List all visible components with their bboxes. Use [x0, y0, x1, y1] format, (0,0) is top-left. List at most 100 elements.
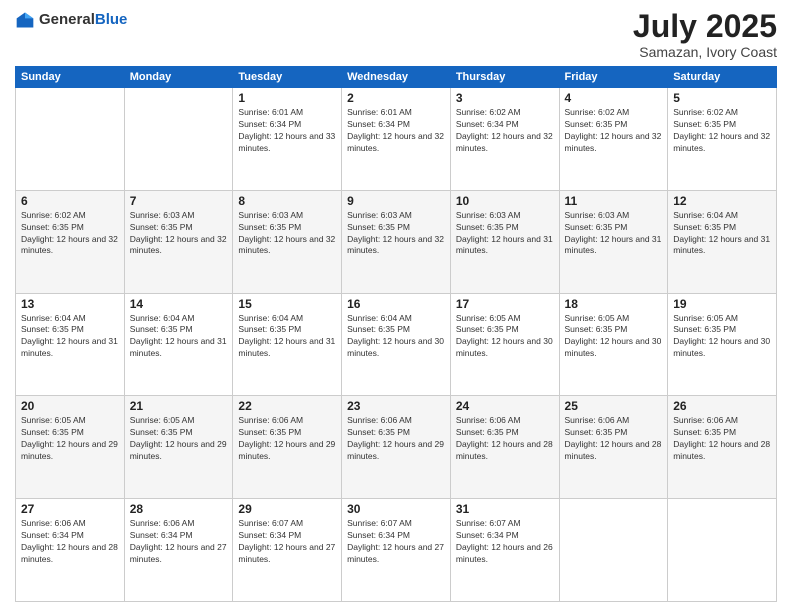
location-title: Samazan, Ivory Coast	[633, 44, 777, 60]
weekday-tuesday: Tuesday	[233, 67, 342, 88]
day-cell	[124, 88, 233, 191]
day-cell: 6 Sunrise: 6:02 AMSunset: 6:35 PMDaylight…	[16, 190, 125, 293]
day-cell: 10 Sunrise: 6:03 AMSunset: 6:35 PMDayligh…	[450, 190, 559, 293]
day-cell: 23Sunrise: 6:06 AMSunset: 6:35 PMDayligh…	[342, 396, 451, 499]
week-row-2: 13Sunrise: 6:04 AMSunset: 6:35 PMDayligh…	[16, 293, 777, 396]
day-number: 23	[347, 399, 445, 413]
day-number: 18	[565, 297, 663, 311]
day-number: 14	[130, 297, 228, 311]
day-info: Sunrise: 6:07 AMSunset: 6:34 PMDaylight:…	[347, 518, 445, 566]
weekday-header-row: SundayMondayTuesdayWednesdayThursdayFrid…	[16, 67, 777, 88]
day-info: Sunrise: 6:03 AMSunset: 6:35 PMDaylight:…	[456, 210, 554, 258]
day-info: Sunrise: 6:06 AMSunset: 6:35 PMDaylight:…	[673, 415, 771, 463]
day-info: Sunrise: 6:05 AMSunset: 6:35 PMDaylight:…	[130, 415, 228, 463]
week-row-0: 1 Sunrise: 6:01 AMSunset: 6:34 PMDaylight…	[16, 88, 777, 191]
logo: GeneralBlue	[15, 10, 127, 30]
day-cell: 15Sunrise: 6:04 AMSunset: 6:35 PMDayligh…	[233, 293, 342, 396]
logo-text: GeneralBlue	[39, 11, 127, 29]
day-number: 9	[347, 194, 445, 208]
day-info: Sunrise: 6:06 AMSunset: 6:35 PMDaylight:…	[238, 415, 336, 463]
day-number: 8	[238, 194, 336, 208]
day-cell: 4Sunrise: 6:02 AMSunset: 6:35 PMDaylight…	[559, 88, 668, 191]
day-info: Sunrise: 6:01 AMSunset: 6:34 PMDaylight:…	[238, 107, 336, 155]
day-number: 30	[347, 502, 445, 516]
day-number: 6	[21, 194, 119, 208]
header: GeneralBlue July 2025 Samazan, Ivory Coa…	[15, 10, 777, 60]
weekday-sunday: Sunday	[16, 67, 125, 88]
day-info: Sunrise: 6:01 AMSunset: 6:34 PMDaylight:…	[347, 107, 445, 155]
day-info: Sunrise: 6:05 AMSunset: 6:35 PMDaylight:…	[673, 313, 771, 361]
day-cell: 3 Sunrise: 6:02 AMSunset: 6:34 PMDaylight…	[450, 88, 559, 191]
day-cell: 29 Sunrise: 6:07 AMSunset: 6:34 PMDayligh…	[233, 499, 342, 602]
day-info: Sunrise: 6:07 AMSunset: 6:34 PMDaylight:…	[456, 518, 554, 566]
week-row-4: 27Sunrise: 6:06 AMSunset: 6:34 PMDayligh…	[16, 499, 777, 602]
day-number: 20	[21, 399, 119, 413]
day-cell: 12Sunrise: 6:04 AMSunset: 6:35 PMDayligh…	[668, 190, 777, 293]
day-number: 2	[347, 91, 445, 105]
day-info: Sunrise: 6:02 AMSunset: 6:35 PMDaylight:…	[673, 107, 771, 155]
day-cell: 8 Sunrise: 6:03 AMSunset: 6:35 PMDaylight…	[233, 190, 342, 293]
calendar-body: 1 Sunrise: 6:01 AMSunset: 6:34 PMDaylight…	[16, 88, 777, 602]
day-cell: 2 Sunrise: 6:01 AMSunset: 6:34 PMDaylight…	[342, 88, 451, 191]
day-cell: 18 Sunrise: 6:05 AMSunset: 6:35 PMDayligh…	[559, 293, 668, 396]
day-info: Sunrise: 6:03 AMSunset: 6:35 PMDaylight:…	[347, 210, 445, 258]
day-info: Sunrise: 6:07 AMSunset: 6:34 PMDaylight:…	[238, 518, 336, 566]
day-info: Sunrise: 6:06 AMSunset: 6:34 PMDaylight:…	[21, 518, 119, 566]
weekday-monday: Monday	[124, 67, 233, 88]
day-info: Sunrise: 6:03 AMSunset: 6:35 PMDaylight:…	[130, 210, 228, 258]
day-number: 11	[565, 194, 663, 208]
day-info: Sunrise: 6:05 AMSunset: 6:35 PMDaylight:…	[565, 313, 663, 361]
day-number: 1	[238, 91, 336, 105]
day-number: 19	[673, 297, 771, 311]
day-info: Sunrise: 6:06 AMSunset: 6:35 PMDaylight:…	[565, 415, 663, 463]
weekday-saturday: Saturday	[668, 67, 777, 88]
day-cell: 24 Sunrise: 6:06 AMSunset: 6:35 PMDayligh…	[450, 396, 559, 499]
day-info: Sunrise: 6:02 AMSunset: 6:34 PMDaylight:…	[456, 107, 554, 155]
day-cell: 25 Sunrise: 6:06 AMSunset: 6:35 PMDayligh…	[559, 396, 668, 499]
day-cell: 21 Sunrise: 6:05 AMSunset: 6:35 PMDayligh…	[124, 396, 233, 499]
day-info: Sunrise: 6:06 AMSunset: 6:35 PMDaylight:…	[456, 415, 554, 463]
day-number: 28	[130, 502, 228, 516]
day-number: 24	[456, 399, 554, 413]
month-title: July 2025	[633, 10, 777, 42]
day-number: 10	[456, 194, 554, 208]
day-cell: 20 Sunrise: 6:05 AMSunset: 6:35 PMDayligh…	[16, 396, 125, 499]
day-number: 3	[456, 91, 554, 105]
day-number: 26	[673, 399, 771, 413]
day-info: Sunrise: 6:02 AMSunset: 6:35 PMDaylight:…	[21, 210, 119, 258]
weekday-wednesday: Wednesday	[342, 67, 451, 88]
day-number: 17	[456, 297, 554, 311]
day-info: Sunrise: 6:04 AMSunset: 6:35 PMDaylight:…	[130, 313, 228, 361]
day-info: Sunrise: 6:04 AMSunset: 6:35 PMDaylight:…	[238, 313, 336, 361]
day-cell: 14 Sunrise: 6:04 AMSunset: 6:35 PMDayligh…	[124, 293, 233, 396]
day-cell: 13Sunrise: 6:04 AMSunset: 6:35 PMDayligh…	[16, 293, 125, 396]
day-info: Sunrise: 6:03 AMSunset: 6:35 PMDaylight:…	[238, 210, 336, 258]
day-number: 21	[130, 399, 228, 413]
week-row-1: 6 Sunrise: 6:02 AMSunset: 6:35 PMDaylight…	[16, 190, 777, 293]
day-cell: 16 Sunrise: 6:04 AMSunset: 6:35 PMDayligh…	[342, 293, 451, 396]
day-number: 5	[673, 91, 771, 105]
day-cell: 7 Sunrise: 6:03 AMSunset: 6:35 PMDaylight…	[124, 190, 233, 293]
day-cell: 31 Sunrise: 6:07 AMSunset: 6:34 PMDayligh…	[450, 499, 559, 602]
day-number: 16	[347, 297, 445, 311]
day-info: Sunrise: 6:06 AMSunset: 6:34 PMDaylight:…	[130, 518, 228, 566]
day-number: 7	[130, 194, 228, 208]
day-number: 31	[456, 502, 554, 516]
day-cell: 5 Sunrise: 6:02 AMSunset: 6:35 PMDaylight…	[668, 88, 777, 191]
day-number: 29	[238, 502, 336, 516]
title-block: July 2025 Samazan, Ivory Coast	[633, 10, 777, 60]
day-cell: 22 Sunrise: 6:06 AMSunset: 6:35 PMDayligh…	[233, 396, 342, 499]
day-cell: 9 Sunrise: 6:03 AMSunset: 6:35 PMDaylight…	[342, 190, 451, 293]
day-number: 22	[238, 399, 336, 413]
day-number: 25	[565, 399, 663, 413]
logo-icon	[15, 10, 35, 30]
day-number: 4	[565, 91, 663, 105]
day-info: Sunrise: 6:04 AMSunset: 6:35 PMDaylight:…	[673, 210, 771, 258]
day-info: Sunrise: 6:04 AMSunset: 6:35 PMDaylight:…	[347, 313, 445, 361]
day-cell: 19 Sunrise: 6:05 AMSunset: 6:35 PMDayligh…	[668, 293, 777, 396]
calendar-table: SundayMondayTuesdayWednesdayThursdayFrid…	[15, 66, 777, 602]
week-row-3: 20 Sunrise: 6:05 AMSunset: 6:35 PMDayligh…	[16, 396, 777, 499]
weekday-thursday: Thursday	[450, 67, 559, 88]
day-cell: 17Sunrise: 6:05 AMSunset: 6:35 PMDayligh…	[450, 293, 559, 396]
day-info: Sunrise: 6:05 AMSunset: 6:35 PMDaylight:…	[21, 415, 119, 463]
